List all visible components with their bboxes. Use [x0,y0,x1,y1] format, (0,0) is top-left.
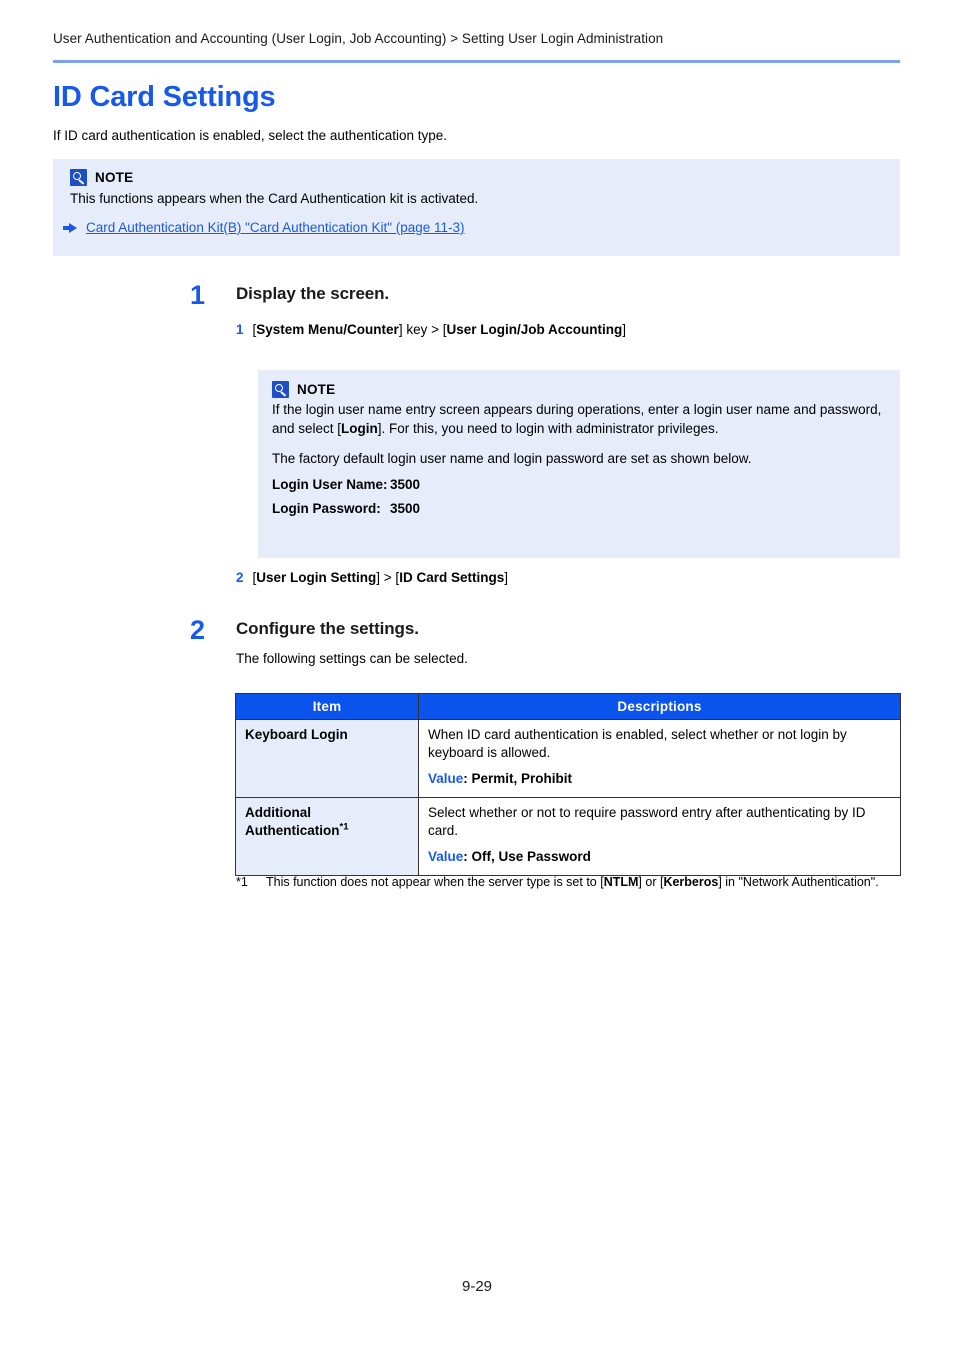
value-line: Value: Permit, Prohibit [428,770,891,788]
settings-table: Item Descriptions Keyboard Login When ID… [235,693,901,876]
credential-value: 3500 [390,477,421,492]
description-text: Select whether or not to require passwor… [428,805,866,838]
credential-value: 3500 [390,501,421,516]
value-options: : Off, Use Password [463,849,591,864]
note-label: NOTE [297,382,336,397]
footnote-key-kerberos: Kerberos [663,875,719,889]
note-header: NOTE [272,381,900,398]
table-cell-description: Select whether or not to require passwor… [418,797,901,876]
table-row: Keyboard Login When ID card authenticati… [235,719,901,798]
step-2-title: Configure the settings. [236,619,419,638]
value-line: Value: Off, Use Password [428,848,891,866]
substep-number: 2 [236,570,244,585]
table-cell-description: When ID card authentication is enabled, … [418,719,901,798]
footnote-text: This function does not appear when the s… [266,873,900,891]
note-login-key: Login [341,421,378,436]
substep-key-2: User Login/Job Accounting [446,322,623,337]
substep-mid: ] key > [ [398,322,447,337]
step-2-body: The following settings can be selected. [236,651,468,666]
value-options: : Permit, Prohibit [463,771,573,786]
page-title: ID Card Settings [53,81,276,113]
note-box-login-credentials: NOTE If the login user name entry screen… [258,370,900,558]
note-magnifier-icon [272,381,289,398]
cross-reference-row: Card Authentication Kit(B) "Card Authent… [63,220,900,235]
note-box-card-auth-kit: NOTE This functions appears when the Car… [53,159,900,256]
footnote-mid: ] or [ [638,875,664,889]
description-text: When ID card authentication is enabled, … [428,727,847,760]
step-1-title: Display the screen. [236,284,390,303]
note-login-instruction: If the login user name entry screen appe… [272,400,894,438]
item-name: Keyboard Login [245,727,348,742]
footnote-key-ntlm: NTLM [603,875,639,889]
credential-label: Login Password: [272,501,381,516]
substep-key-1: System Menu/Counter [256,322,399,337]
table-header-item: Item [235,693,419,720]
note-factory-default-text: The factory default login user name and … [272,451,752,466]
note-magnifier-icon [70,169,87,186]
breadcrumb: User Authentication and Accounting (User… [53,31,664,46]
footnote: *1 This function does not appear when th… [236,873,900,891]
note-text-part-2: ]. For this, you need to login with admi… [377,421,719,436]
substep-suffix: ] [622,322,626,337]
step-1-number: 1 [190,280,206,310]
substep-key-2: ID Card Settings [399,570,505,585]
arrow-right-icon [63,222,77,233]
table-cell-item: Keyboard Login [235,719,419,798]
footnote-part-1: This function does not appear when the s… [266,875,604,889]
value-keyword: Value [428,771,464,786]
header-divider [53,60,900,63]
credential-row-username: Login User Name: 3500 [272,477,900,492]
table-cell-item: Additional Authentication*1 [235,797,419,876]
item-footnote-marker: *1 [339,821,349,833]
card-authentication-kit-link[interactable]: Card Authentication Kit(B) "Card Authent… [86,220,465,235]
table-header-row: Item Descriptions [235,693,901,720]
credential-row-password: Login Password: 3500 [272,501,900,516]
table-row: Additional Authentication*1 Select wheth… [235,797,901,876]
page-number: 9-29 [461,1278,493,1295]
intro-paragraph: If ID card authentication is enabled, se… [53,128,447,143]
footnote-marker: *1 [236,875,248,889]
footnote-part-2: ] in "Network Authentication". [718,875,879,889]
substep-number: 1 [236,322,244,337]
table-header-descriptions: Descriptions [418,693,901,720]
step-1-substep-2: 2 [User Login Setting] > [ID Card Setting… [236,568,508,587]
note-body-text: This functions appears when the Card Aut… [70,191,479,206]
substep-suffix: ] [504,570,508,585]
substep-key-1: User Login Setting [256,570,377,585]
value-keyword: Value [428,849,464,864]
step-1-substep-1: 1 [System Menu/Counter] key > [User Login… [236,320,626,339]
credential-label: Login User Name: [272,477,388,492]
note-label: NOTE [95,170,134,185]
step-2-number: 2 [190,615,206,645]
note-header: NOTE [70,169,900,186]
substep-mid: ] > [ [376,570,400,585]
item-name: Additional Authentication [245,805,340,838]
document-page: User Authentication and Accounting (User… [0,0,954,1350]
